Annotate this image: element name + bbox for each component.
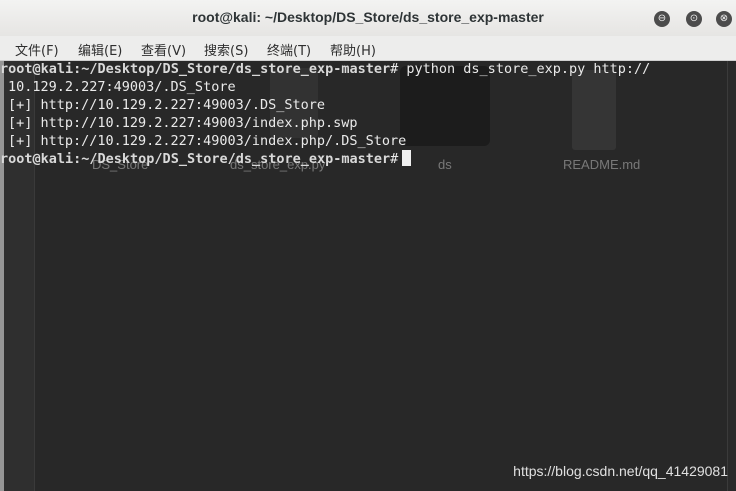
prompt-symbol: # [390,151,399,167]
menu-help[interactable]: 帮助(H) [330,40,376,59]
menu-bar: 文件(F) 编辑(E) 查看(V) 搜索(S) 终端(T) 帮助(H) [0,36,736,61]
maximize-button[interactable]: ⊙ [686,11,702,27]
menu-terminal[interactable]: 终端(T) [267,40,311,59]
output-line: [+] http://10.129.2.227:49003/.DS_Store [8,97,325,113]
output-line: [+] http://10.129.2.227:49003/index.php/… [8,133,407,149]
close-button[interactable]: ⊗ [716,11,732,27]
text-cursor [402,150,412,166]
title-bar[interactable]: root@kali: ~/Desktop/DS_Store/ds_store_e… [0,0,736,37]
command-wrap-line: 10.129.2.227:49003/.DS_Store [8,79,236,95]
menu-edit[interactable]: 编辑(E) [78,40,122,59]
output-line: [+] http://10.129.2.227:49003/index.php.… [8,115,358,131]
folder-icon [400,66,490,146]
terminal-window: root@kali: ~/Desktop/DS_Store/ds_store_e… [0,0,736,491]
menu-view[interactable]: 查看(V) [141,40,186,59]
scrollbar[interactable] [727,61,736,491]
prompt-user: root@kali [0,61,74,77]
minimize-button[interactable]: ⊖ [654,11,670,27]
window-edge [0,61,4,491]
terminal-prompt-line: root@kali:~/Desktop/DS_Store/ds_store_ex… [0,150,412,168]
menu-search[interactable]: 搜索(S) [204,40,248,59]
menu-file[interactable]: 文件(F) [15,40,59,59]
command-text: python ds_store_exp.py http:// [398,61,651,77]
terminal-command-line: root@kali:~/Desktop/DS_Store/ds_store_ex… [0,60,650,78]
watermark-text: https://blog.csdn.net/qq_41429081 [513,463,728,479]
desktop-label: README.md [563,157,641,172]
document-icon [572,70,616,150]
prompt-path: :~/Desktop/DS_Store/ds_store_exp-master [73,61,391,77]
window-title: root@kali: ~/Desktop/DS_Store/ds_store_e… [192,9,544,25]
prompt-user: root@kali [0,151,74,167]
prompt-path: :~/Desktop/DS_Store/ds_store_exp-master [73,151,391,167]
desktop-label: ds [438,157,452,172]
